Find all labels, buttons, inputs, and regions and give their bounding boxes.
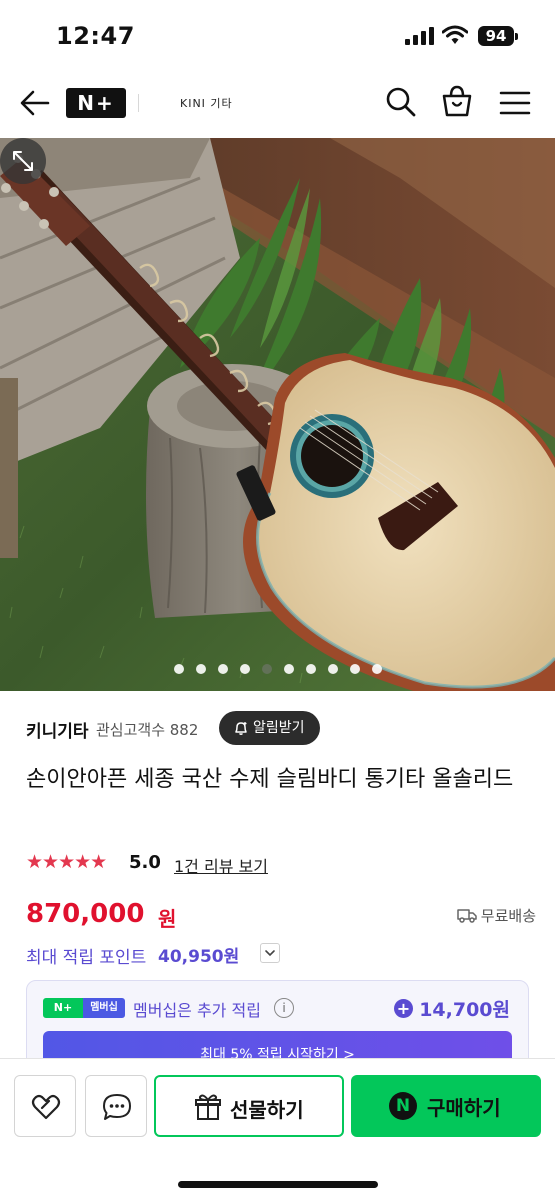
carousel-dot[interactable] bbox=[327, 663, 338, 674]
product-photo bbox=[0, 138, 555, 691]
alarm-button[interactable]: 알림받기 bbox=[219, 711, 320, 745]
chat-icon bbox=[103, 1094, 131, 1120]
back-arrow-icon[interactable] bbox=[18, 86, 52, 120]
menu-icon[interactable] bbox=[499, 88, 531, 118]
top-nav: N+ KINI 기타 bbox=[0, 72, 555, 136]
rating-row: ★★★★★ 5.0 1건 리뷰 보기 bbox=[26, 851, 426, 877]
badge-membership: 멤버십 bbox=[83, 998, 125, 1018]
status-time: 12:47 bbox=[56, 22, 135, 50]
truck-icon bbox=[457, 909, 477, 923]
membership-text: 멤버십은 추가 적립 bbox=[133, 1001, 261, 1020]
carousel-dot[interactable] bbox=[283, 663, 294, 674]
carousel-dot[interactable] bbox=[217, 663, 228, 674]
points-row: 최대 적립 포인트 40,950원 bbox=[26, 941, 326, 968]
alarm-label: 알림받기 bbox=[253, 720, 305, 736]
points-label: 최대 적립 포인트 bbox=[26, 948, 147, 968]
rating-value: 5.0 bbox=[129, 852, 161, 873]
review-link[interactable]: 1건 리뷰 보기 bbox=[174, 853, 268, 877]
wishlist-button[interactable] bbox=[14, 1075, 76, 1137]
info-icon[interactable]: i bbox=[274, 998, 294, 1018]
badge-nplus: N+ bbox=[43, 998, 83, 1018]
carousel-dot[interactable] bbox=[239, 663, 250, 674]
price-unit: 원 bbox=[158, 907, 177, 931]
header-divider bbox=[138, 94, 139, 112]
search-icon[interactable] bbox=[385, 86, 417, 118]
product-image-carousel[interactable] bbox=[0, 138, 555, 691]
bell-icon bbox=[235, 722, 247, 735]
membership-badge: N+ 멤버십 bbox=[43, 998, 125, 1018]
carousel-indicator bbox=[0, 658, 555, 674]
carousel-dot[interactable] bbox=[173, 663, 184, 674]
carousel-dot[interactable] bbox=[305, 663, 316, 674]
shipping-info[interactable]: 무료배송 bbox=[457, 905, 536, 926]
plus-circle-icon: + bbox=[394, 999, 413, 1018]
expand-icon[interactable] bbox=[0, 138, 46, 184]
carousel-dot[interactable] bbox=[195, 663, 206, 674]
talk-button[interactable] bbox=[85, 1075, 147, 1137]
points-value: 40,950원 bbox=[158, 947, 240, 967]
carousel-dot[interactable] bbox=[349, 663, 360, 674]
buy-label: 구매하기 bbox=[427, 1096, 501, 1120]
rating-stars: ★★★★★ bbox=[26, 851, 107, 873]
signal-icon bbox=[405, 27, 434, 45]
carousel-dot[interactable] bbox=[261, 663, 272, 674]
product-title: 손이안아픈 세종 국산 수제 슬림바디 통기타 올솔리드 bbox=[26, 767, 514, 792]
status-bar: 12:47 94 bbox=[0, 0, 555, 72]
store-info-row: 키니기타 관심고객수 882 알림받기 bbox=[26, 711, 536, 745]
membership-points: 14,700원 bbox=[419, 999, 510, 1021]
cart-icon[interactable] bbox=[441, 84, 473, 118]
carousel-dot[interactable] bbox=[371, 663, 382, 674]
nplus-logo[interactable]: N+ bbox=[66, 88, 126, 118]
wifi-icon bbox=[442, 25, 468, 44]
price-value: 870,000 bbox=[26, 899, 145, 929]
gift-icon bbox=[195, 1094, 221, 1120]
gift-button[interactable]: 선물하기 bbox=[154, 1075, 344, 1137]
store-name-logo[interactable]: KINI 기타 bbox=[180, 95, 233, 111]
naverpay-n-icon: N bbox=[389, 1092, 417, 1120]
product-page: 12:47 94 N+ KINI 기타 키니기타 관심고객수 882 알림받기 … bbox=[0, 0, 555, 1200]
follower-count: 관심고객수 882 bbox=[96, 721, 199, 739]
battery-indicator: 94 bbox=[478, 26, 518, 46]
buy-button[interactable]: N 구매하기 bbox=[351, 1075, 541, 1137]
chevron-down-icon bbox=[265, 950, 275, 957]
gift-label: 선물하기 bbox=[230, 1098, 304, 1122]
points-expand-button[interactable] bbox=[260, 943, 280, 963]
store-title[interactable]: 키니기타 bbox=[26, 717, 89, 742]
heart-icon bbox=[31, 1094, 61, 1120]
price-row: 870,000 원 무료배송 bbox=[26, 899, 536, 933]
shipping-label: 무료배송 bbox=[480, 907, 536, 925]
home-indicator bbox=[178, 1181, 378, 1188]
bottom-action-bar: 선물하기 N 구매하기 bbox=[0, 1058, 555, 1200]
